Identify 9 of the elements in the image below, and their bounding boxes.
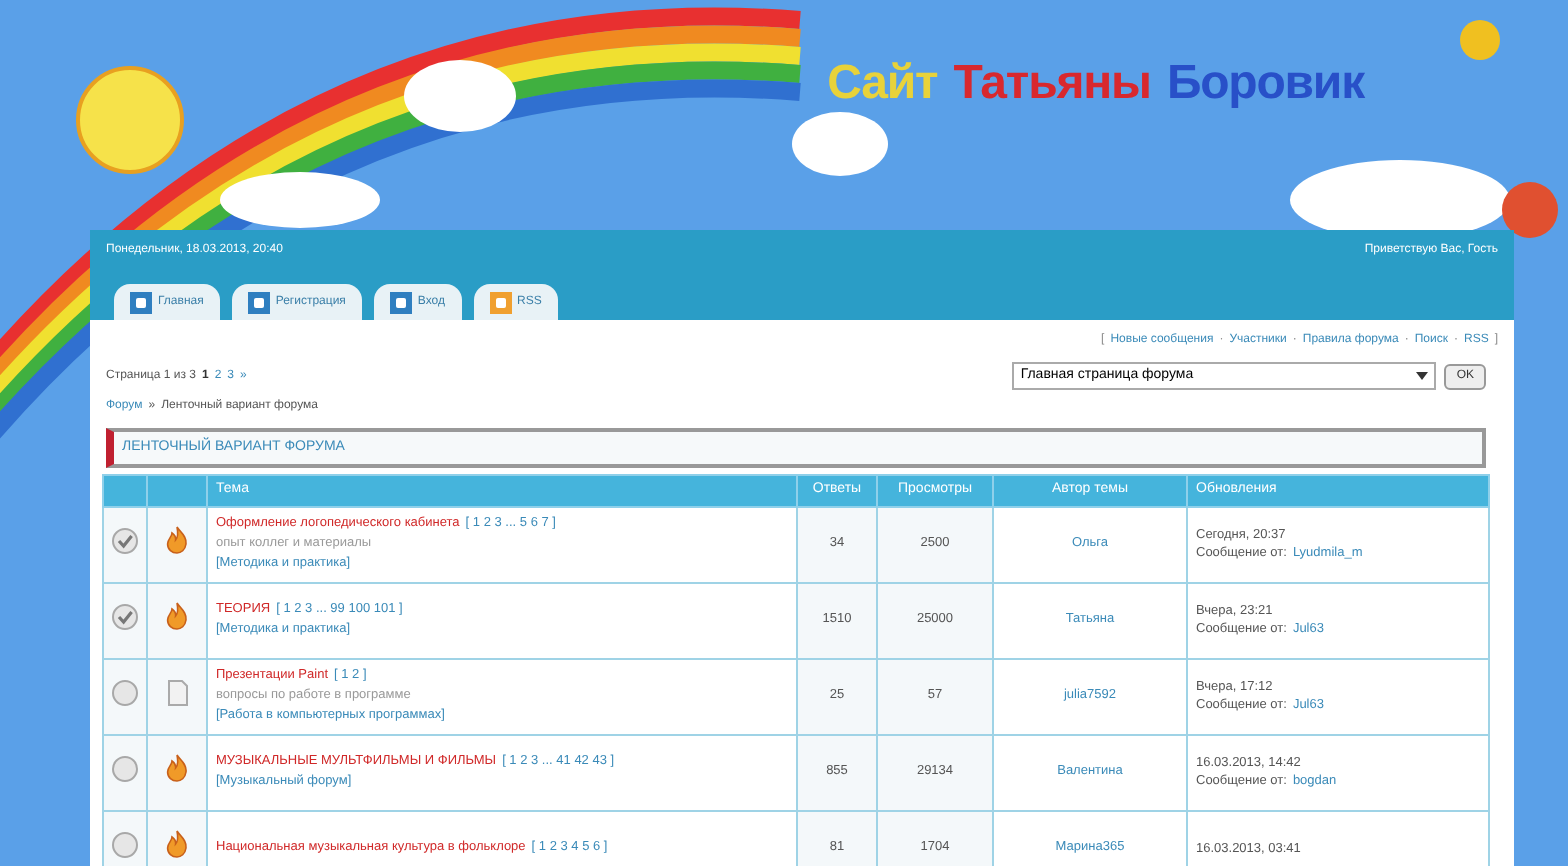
- flame-icon: [166, 754, 188, 783]
- flame-icon: [166, 526, 188, 555]
- flame-icon: [166, 602, 188, 631]
- document-icon: [167, 679, 187, 706]
- header-cell: [147, 475, 207, 506]
- header-cell: [103, 475, 147, 506]
- dropdown-caret-icon: [1416, 372, 1429, 380]
- site-title: Сайт Татьяны Боровик: [827, 54, 1364, 114]
- flame-icon: [166, 830, 188, 859]
